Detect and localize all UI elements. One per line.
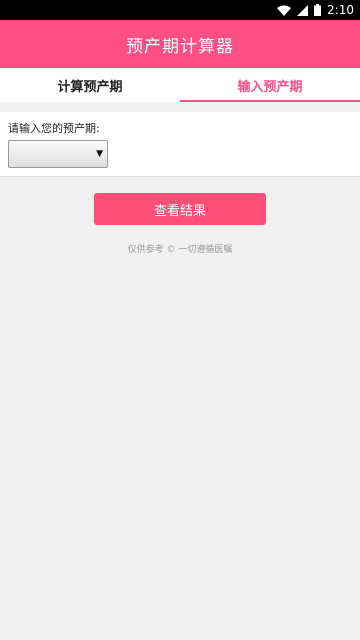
signal-icon — [297, 4, 309, 16]
tab-input-due-date[interactable]: 输入预产期 — [180, 68, 360, 102]
dropdown-caret-icon: ▼ — [96, 149, 103, 159]
view-result-button[interactable]: 查看结果 — [94, 193, 266, 225]
status-time: 2:10 — [327, 3, 354, 17]
due-date-label: 请输入您的预产期: — [8, 122, 100, 135]
tab-bar: 计算预产期 输入预产期 — [0, 68, 360, 102]
battery-icon — [314, 4, 322, 16]
disclaimer-text: 仅供参考 © 一切遵循医嘱 — [127, 245, 233, 255]
status-bar: 2:10 — [0, 0, 360, 20]
app-title: 预产期计算器 — [126, 36, 234, 57]
wifi-icon — [277, 5, 292, 16]
section-divider — [0, 102, 360, 112]
tab-label: 输入预产期 — [237, 79, 303, 95]
button-label: 查看结果 — [153, 203, 206, 219]
due-date-form: 请输入您的预产期: ▼ — [0, 112, 360, 177]
tab-label: 计算预产期 — [57, 79, 123, 95]
status-icons: 2:10 — [277, 0, 354, 20]
app-bar: 预产期计算器 — [0, 20, 360, 68]
due-date-select[interactable]: ▼ — [8, 140, 108, 168]
tab-calculate-due-date[interactable]: 计算预产期 — [0, 68, 180, 102]
